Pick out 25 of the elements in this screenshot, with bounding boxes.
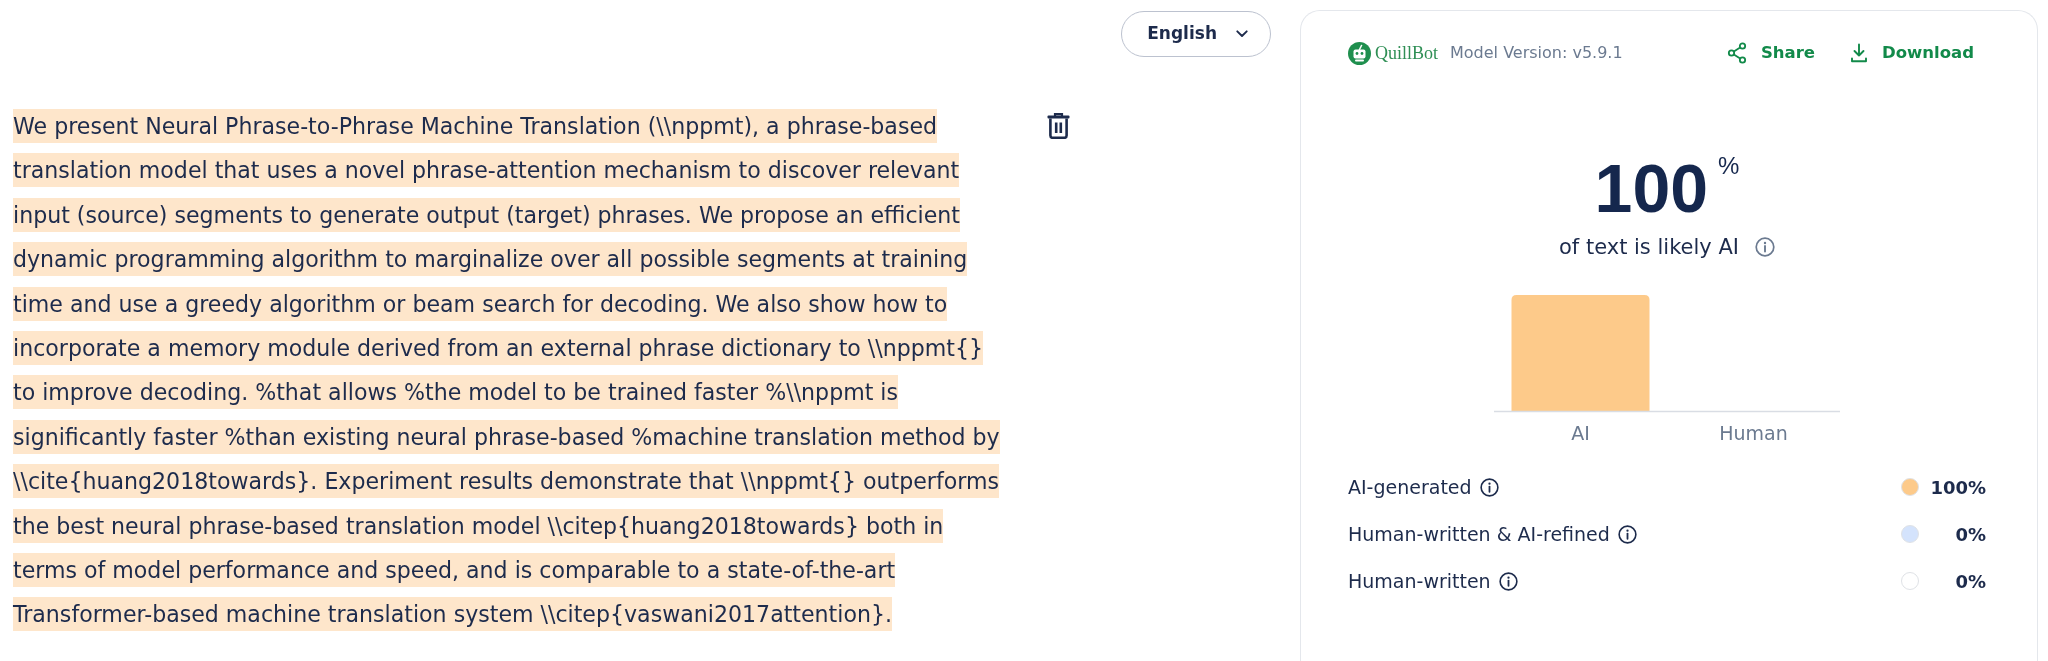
bar-label: Human bbox=[1719, 422, 1788, 444]
download-icon bbox=[1850, 42, 1869, 64]
category-label: AI-generated bbox=[1348, 474, 1472, 500]
delete-button[interactable] bbox=[1047, 113, 1070, 139]
info-icon[interactable] bbox=[1498, 571, 1518, 591]
share-icon bbox=[1726, 42, 1747, 64]
score-value: 100 bbox=[1594, 154, 1709, 222]
model-version: Model Version: v5.9.1 bbox=[1450, 42, 1623, 64]
chevron-down-icon bbox=[1236, 30, 1248, 38]
download-button[interactable]: Download bbox=[1850, 40, 1974, 66]
category-percentage: 100% bbox=[1929, 475, 1986, 500]
category-label: Human-written bbox=[1348, 568, 1491, 594]
brand-name: QuillBot bbox=[1375, 41, 1438, 65]
category-label: Human-written & AI-refined bbox=[1348, 521, 1610, 547]
trash-icon bbox=[1047, 113, 1070, 139]
category-percentage: 0% bbox=[1954, 522, 1986, 547]
language-dropdown[interactable]: English bbox=[1121, 11, 1271, 57]
info-icon[interactable] bbox=[1617, 524, 1637, 544]
share-button[interactable]: Share bbox=[1726, 40, 1816, 66]
category-percentage: 0% bbox=[1954, 569, 1986, 594]
info-icon[interactable] bbox=[1479, 477, 1499, 497]
robot-logo-icon bbox=[1348, 41, 1371, 65]
bar-label: AI bbox=[1571, 422, 1590, 444]
score-caption: of text is likely AI bbox=[1559, 234, 1739, 260]
percent-sign: % bbox=[1718, 154, 1740, 181]
